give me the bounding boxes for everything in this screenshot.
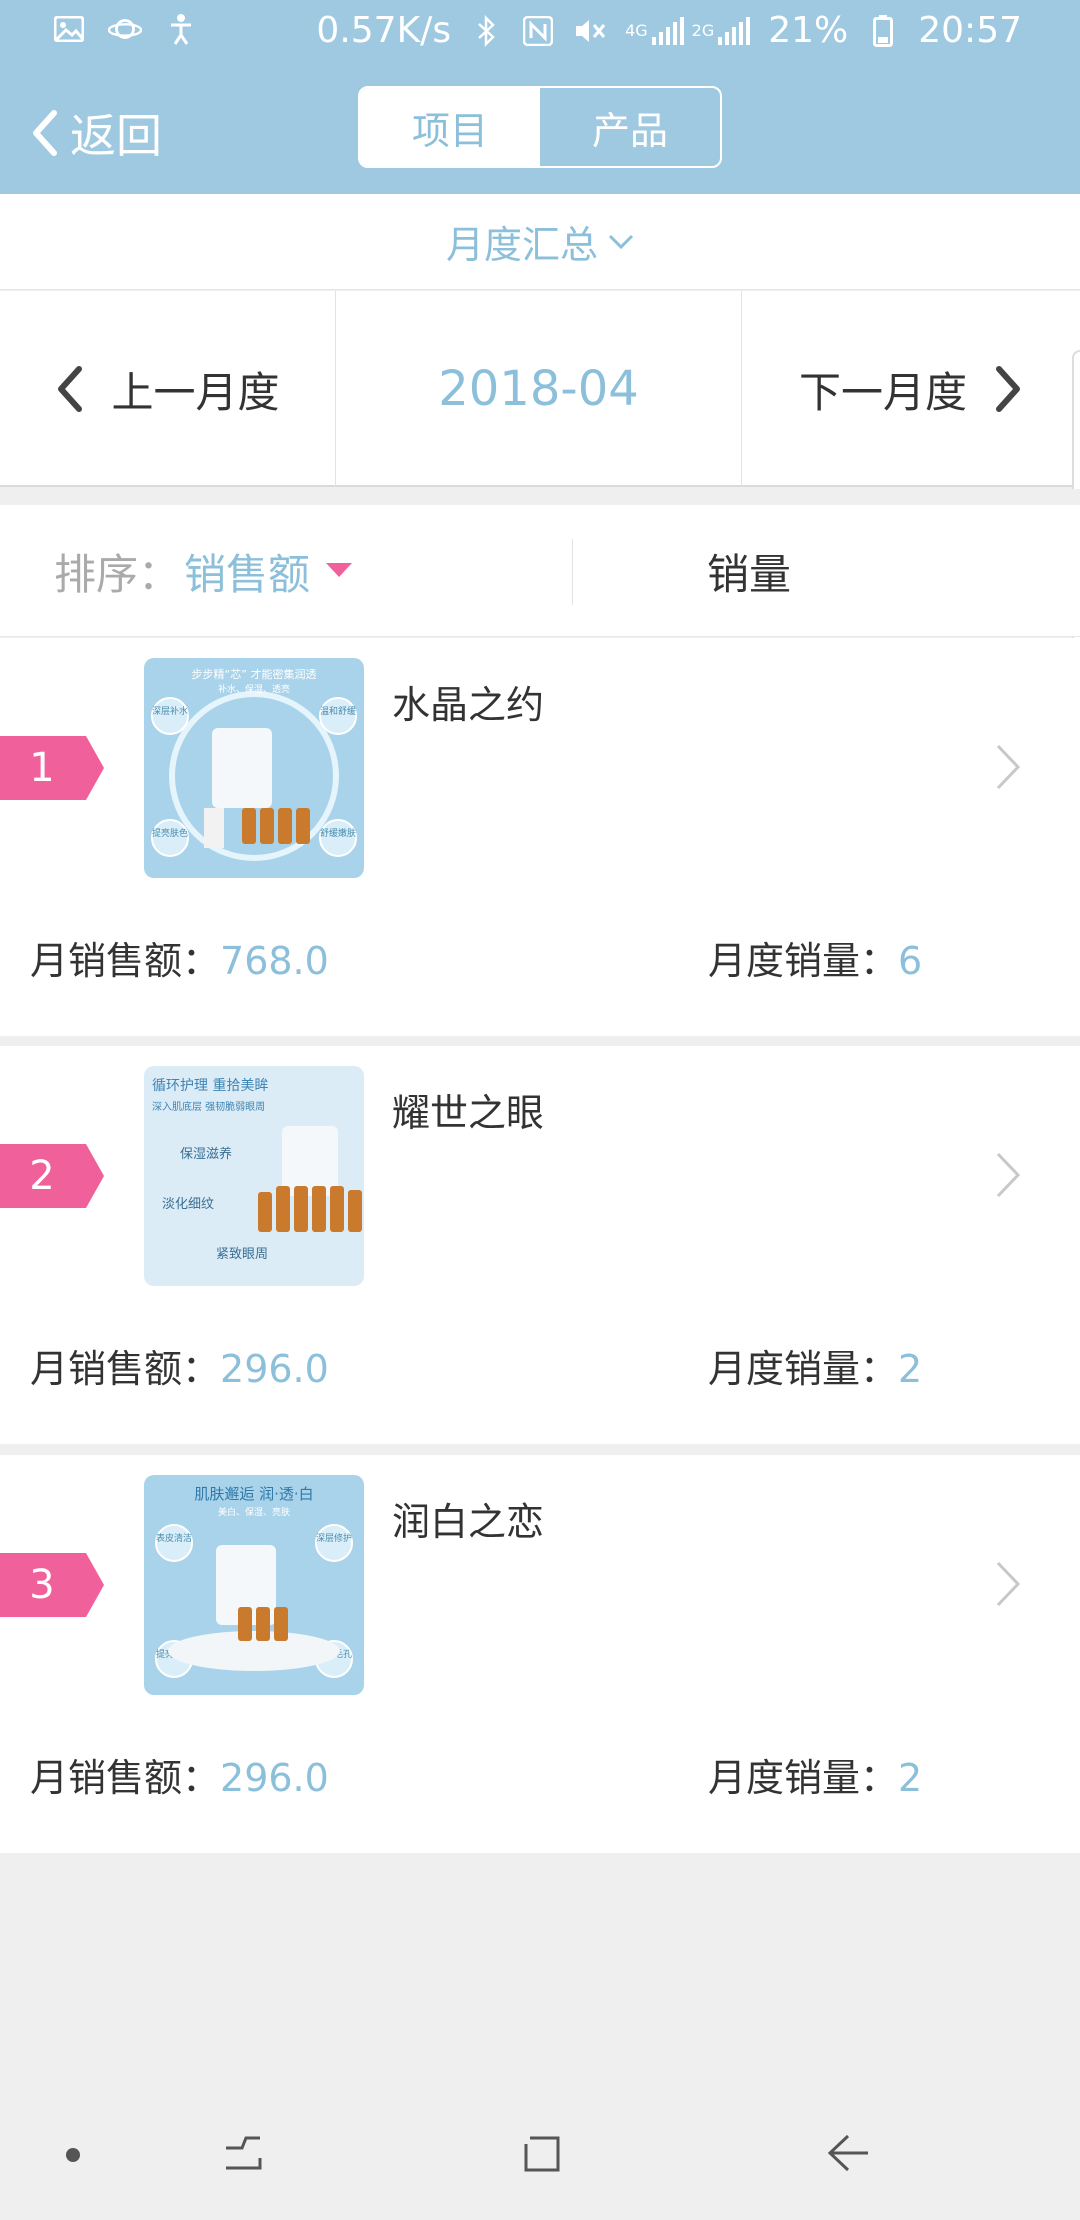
thumb-headline: 肌肤邂逅 润·透·白 [194, 1485, 313, 1503]
planet-icon [108, 12, 142, 46]
rank-badge: 1 [0, 736, 104, 800]
product-name: 耀世之眼 [392, 1091, 545, 1135]
nav-dot-icon[interactable] [66, 2148, 80, 2162]
monthly-sales: 月销售额：296.0 [30, 1747, 329, 1802]
sort-label: 排序： [54, 549, 181, 599]
chevron-right-icon [996, 744, 1021, 790]
monthly-sales-value: 296.0 [220, 1347, 329, 1391]
thumb-tag: 保湿滋养 [180, 1146, 232, 1162]
tab-products[interactable]: 产品 [540, 88, 720, 166]
rank-number: 1 [29, 745, 55, 791]
back-label: 返回 [70, 109, 162, 163]
current-month: 2018-04 [336, 291, 742, 487]
next-month-label: 下一月度 [798, 367, 967, 417]
product-thumbnail: 肌肤邂逅 润·透·白 美白、保湿、亮肤 表皮清洁 深层修护 提亮肤色 细致毛孔 [144, 1475, 364, 1695]
thumb-tag: 表皮清洁 [156, 1532, 192, 1544]
network-4g-label: 4G [625, 21, 648, 40]
prev-month-label: 上一月度 [111, 367, 280, 417]
thumb-subline: 美白、保湿、亮肤 [218, 1506, 290, 1518]
home-icon[interactable] [520, 2130, 566, 2176]
product-thumbnail: 循环护理 重拾美眸 深入肌底层 强韧脆弱眼周 保湿滋养 淡化细纹 紧致眼周 [144, 1066, 364, 1286]
thumb-tag: 深层补水 [152, 705, 188, 717]
thumb-subline: 深入肌底层 强韧脆弱眼周 [152, 1100, 265, 1113]
thumb-tag: 提亮肤色 [152, 827, 188, 839]
battery-icon [866, 14, 900, 48]
monthly-quantity-label: 月度销量： [708, 1756, 899, 1800]
mute-icon [573, 14, 607, 48]
recent-apps-icon[interactable] [220, 2130, 266, 2176]
next-month-button[interactable]: 下一月度 [742, 291, 1080, 487]
list-item[interactable]: 1 步步精“芯” 才能密集润透 补水、保湿、透亮 深层补水 温和舒缓 提亮肤色 … [0, 638, 1080, 1036]
clock: 20:57 [918, 10, 1022, 51]
chevron-left-icon [33, 110, 57, 156]
system-nav-bar [0, 2088, 1080, 2220]
chevron-down-icon [608, 234, 634, 249]
month-navigator: 上一月度 2018-04 下一月度 [0, 291, 1080, 487]
rank-badge: 3 [0, 1553, 104, 1617]
chevron-left-icon [58, 366, 83, 412]
section-divider [0, 489, 1080, 505]
status-bar: 0.57K/s 4G 2G 21% 20:57 [0, 0, 1080, 64]
sort-by-sales-button[interactable]: 排序： 销售额 [54, 505, 353, 637]
thumb-tag: 舒缓嫩肤 [320, 827, 356, 839]
nfc-icon [521, 14, 555, 48]
monthly-quantity-value: 6 [898, 939, 923, 983]
monthly-quantity-value: 2 [898, 1756, 923, 1800]
app-header: 0.57K/s 4G 2G 21% 20:57 返回 项目 产品 [0, 0, 1080, 194]
monthly-quantity: 月度销量：2 [708, 1747, 922, 1802]
product-name: 润白之恋 [392, 1500, 545, 1544]
thumb-headline: 循环护理 重拾美眸 [152, 1077, 268, 1094]
bluetooth-icon [469, 14, 503, 48]
back-button[interactable]: 返回 [30, 100, 162, 166]
network-speed: 0.57K/s [316, 10, 452, 51]
list-item[interactable]: 2 循环护理 重拾美眸 深入肌底层 强韧脆弱眼周 保湿滋养 淡化细纹 紧致眼周 … [0, 1046, 1080, 1444]
product-thumbnail: 步步精“芯” 才能密集润透 补水、保湿、透亮 深层补水 温和舒缓 提亮肤色 舒缓… [144, 658, 364, 878]
caret-down-icon [326, 563, 353, 577]
prev-month-button[interactable]: 上一月度 [0, 291, 336, 487]
chevron-right-icon [996, 366, 1020, 412]
rank-number: 3 [29, 1562, 55, 1608]
chevron-right-icon [996, 1152, 1021, 1198]
summary-label: 月度汇总 [445, 223, 598, 267]
back-nav-icon[interactable] [826, 2130, 872, 2176]
thumb-tag: 紧致眼周 [216, 1247, 268, 1262]
monthly-sales: 月销售额：768.0 [30, 930, 329, 985]
monthly-quantity-label: 月度销量： [708, 939, 899, 983]
monthly-sales-label: 月销售额： [30, 1756, 221, 1800]
sort-by-quantity-button[interactable]: 销量 [572, 505, 926, 637]
monthly-quantity-label: 月度销量： [708, 1347, 899, 1391]
monthly-sales-label: 月销售额： [30, 939, 221, 983]
thumb-headline: 步步精“芯” 才能密集润透 [192, 667, 317, 681]
sort-selected: 销售额 [184, 549, 311, 599]
sort-bar: 排序： 销售额 销量 [0, 505, 1080, 637]
network-2g-label: 2G [691, 21, 715, 40]
thumb-tag: 淡化细纹 [162, 1197, 214, 1212]
thumb-tag: 深层修护 [316, 1532, 352, 1544]
tab-projects[interactable]: 项目 [360, 88, 540, 166]
tab-switcher: 项目 产品 [358, 86, 722, 168]
monthly-quantity: 月度销量：2 [708, 1338, 922, 1393]
monthly-sales: 月销售额：296.0 [30, 1338, 329, 1393]
rank-badge: 2 [0, 1144, 104, 1208]
monthly-sales-value: 768.0 [220, 939, 329, 983]
monthly-sales-label: 月销售额： [30, 1347, 221, 1391]
image-icon [52, 12, 86, 46]
monthly-sales-value: 296.0 [220, 1756, 329, 1800]
product-name: 水晶之约 [392, 683, 545, 727]
list-item[interactable]: 3 肌肤邂逅 润·透·白 美白、保湿、亮肤 表皮清洁 深层修护 提亮肤色 细致毛… [0, 1455, 1080, 1853]
accessibility-icon [164, 12, 198, 46]
rank-number: 2 [29, 1153, 55, 1199]
thumb-tag: 温和舒缓 [320, 705, 356, 717]
signal-icon: 4G 2G [625, 14, 751, 48]
summary-dropdown[interactable]: 月度汇总 [0, 194, 1080, 290]
thumb-subline: 补水、保湿、透亮 [218, 683, 290, 695]
battery-percent: 21% [768, 10, 849, 51]
monthly-quantity-value: 2 [898, 1347, 923, 1391]
monthly-quantity: 月度销量：6 [708, 930, 922, 985]
chevron-right-icon [996, 1561, 1021, 1607]
